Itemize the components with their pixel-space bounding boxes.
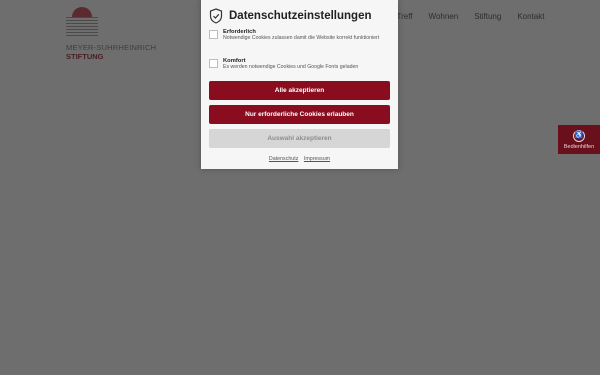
site-logo[interactable]: MEYER-SUHRHEINRICH STIFTUNG [66,7,156,61]
logo-subtitle-text: STIFTUNG [66,52,104,61]
option-comfort-description: Es werden notwendige Cookies und Google … [223,64,359,70]
shield-check-icon [209,8,223,24]
accept-all-button[interactable]: Alle akzeptieren [209,81,390,100]
required-checkbox[interactable] [209,30,218,39]
main-navigation: n Treff Wohnen Stiftung Kontakt [390,12,544,21]
privacy-link[interactable]: Datenschutz [269,156,298,162]
nav-item-stiftung[interactable]: Stiftung [474,12,501,21]
accept-selection-button[interactable]: Auswahl akzeptieren [209,129,390,148]
dialog-title: Datenschutzeinstellungen [229,10,372,22]
nav-item-kontakt[interactable]: Kontakt [517,12,544,21]
logo-lines-shape [66,17,98,37]
logo-name-text: MEYER-SUHRHEINRICH [66,43,157,52]
logo-mark-icon [66,7,98,37]
option-comfort-text: Komfort Es werden notwendige Cookies und… [223,58,358,71]
option-required-description: Notwendige Cookies zulassen damit die We… [223,35,380,41]
nav-item-wohnen[interactable]: Wohnen [429,12,459,21]
accessibility-icon: ♿ [573,130,585,142]
accessibility-label: Bedienhilfen [563,144,595,150]
option-required-text: Erforderlich Notwendige Cookies zulassen… [223,29,379,42]
cookie-consent-dialog: Datenschutzeinstellungen Erforderlich No… [201,0,398,169]
imprint-link[interactable]: Impressum [304,156,330,162]
option-comfort: Komfort Es werden notwendige Cookies und… [209,58,391,71]
accessibility-button[interactable]: ♿ Bedienhilfen [558,125,600,154]
logo-sun-shape [72,7,92,17]
comfort-checkbox[interactable] [209,59,218,68]
accept-required-button[interactable]: Nur erforderliche Cookies erlauben [209,105,390,124]
dialog-header: Datenschutzeinstellungen [209,8,372,24]
option-required: Erforderlich Notwendige Cookies zulassen… [209,29,391,42]
dialog-footer-links: Datenschutz Impressum [201,156,398,162]
